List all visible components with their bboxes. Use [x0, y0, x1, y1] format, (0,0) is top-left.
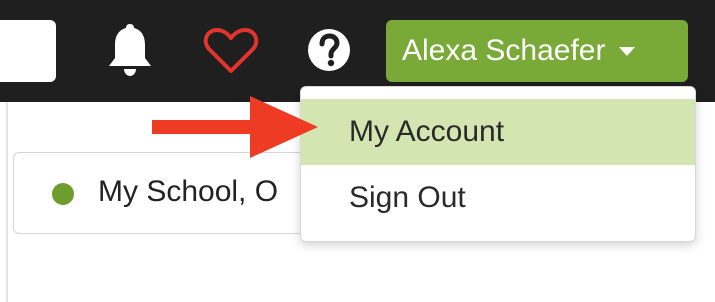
divider — [6, 102, 8, 302]
menu-item-label: Sign Out — [349, 181, 466, 214]
heart-icon[interactable] — [203, 27, 259, 75]
caret-down-icon — [619, 46, 636, 56]
school-label: My School, O — [98, 175, 279, 208]
bell-icon[interactable] — [105, 22, 155, 78]
status-dot-icon — [52, 183, 74, 205]
help-icon[interactable] — [306, 27, 352, 73]
annotation-arrow-icon — [152, 96, 318, 158]
search-input[interactable] — [0, 20, 56, 82]
user-menu-button[interactable]: Alexa Schaefer — [386, 20, 688, 82]
menu-item-sign-out[interactable]: Sign Out — [301, 165, 695, 231]
user-dropdown-menu: My Account Sign Out — [300, 86, 696, 242]
menu-item-my-account[interactable]: My Account — [301, 99, 695, 165]
menu-item-label: My Account — [349, 115, 505, 148]
user-name-label: Alexa Schaefer — [402, 34, 606, 67]
